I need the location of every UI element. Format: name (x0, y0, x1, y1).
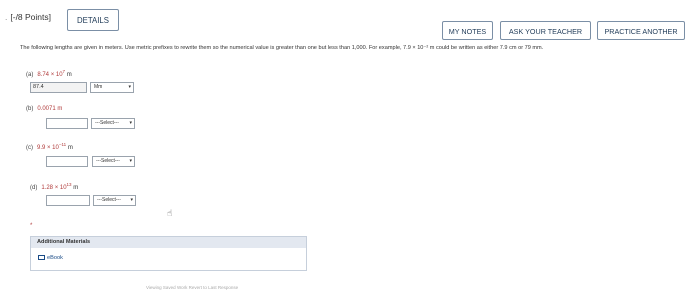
part-b-value: 0.0071 m (37, 106, 63, 112)
part-b-unit-select[interactable]: ---Select--- ▾ (91, 118, 135, 129)
ask-teacher-button[interactable]: ASK YOUR TEACHER (500, 21, 591, 40)
part-a-unit: m (66, 72, 72, 78)
required-marker: * (30, 223, 33, 229)
part-a-select-value: Mm (94, 84, 103, 90)
question-text: The following lengths are given in meter… (20, 45, 544, 51)
chevron-down-icon: ▾ (130, 197, 133, 203)
part-c-label: (c) (26, 145, 33, 151)
part-b-prompt: (b) 0.0071 m (26, 106, 62, 112)
part-a-exponent: 7 (62, 69, 66, 74)
additional-materials-panel: Additional Materials eBook (30, 236, 307, 271)
additional-materials-title: Additional Materials (31, 237, 306, 248)
part-d-unit: m (73, 185, 79, 191)
hand-pointer-icon: ☝ (167, 208, 173, 218)
part-d-label: (d) (30, 185, 38, 191)
part-d-exponent: 13 (66, 182, 72, 187)
my-notes-button[interactable]: MY NOTES (442, 21, 493, 40)
points-label: . [-/8 Points] (5, 12, 51, 22)
part-c-unit-select[interactable]: ---Select--- ▾ (92, 156, 135, 167)
chevron-down-icon: ▾ (129, 158, 132, 164)
footer-text: Viewing Saved Work Revert to Last Respon… (146, 285, 239, 290)
chevron-down-icon: ▾ (129, 120, 132, 126)
points-text: [-/8 Points] (10, 12, 52, 22)
chevron-down-icon: ▾ (128, 84, 131, 90)
practice-another-button[interactable]: PRACTICE ANOTHER (597, 21, 685, 40)
header-bar: . [-/8 Points] DETAILS MY NOTES ASK YOUR … (0, 0, 700, 40)
part-a-prompt: (a) 8.74 × 107 m (26, 69, 72, 78)
part-a-unit-select[interactable]: Mm ▾ (90, 82, 134, 93)
part-a-answer-input[interactable]: 87.4 (30, 82, 87, 93)
part-a-value: 8.74 × 10 (37, 72, 63, 78)
part-c-prompt: (c) 9.9 × 10−11 m (26, 142, 73, 151)
part-c-unit: m (67, 145, 73, 151)
part-d-value: 1.28 × 10 (41, 185, 67, 191)
bullet: . (5, 12, 8, 22)
part-c-exponent: −11 (58, 142, 67, 147)
part-b-label: (b) (26, 106, 34, 112)
part-d-answer-input[interactable] (46, 195, 90, 206)
ebook-link[interactable]: eBook (38, 255, 63, 261)
ebook-label: eBook (47, 255, 63, 261)
part-c-select-value: ---Select--- (96, 158, 120, 164)
part-c-answer-input[interactable] (46, 156, 88, 167)
part-a-label: (a) (26, 72, 34, 78)
part-b-select-value: ---Select--- (95, 120, 119, 126)
details-button[interactable]: DETAILS (67, 9, 119, 31)
part-d-prompt: (d) 1.28 × 1013 m (30, 182, 78, 191)
part-b-answer-input[interactable] (46, 118, 88, 129)
part-d-select-value: ---Select--- (97, 197, 121, 203)
book-icon (38, 255, 45, 261)
part-d-unit-select[interactable]: ---Select--- ▾ (93, 195, 136, 206)
part-c-value: 9.9 × 10 (37, 145, 59, 151)
